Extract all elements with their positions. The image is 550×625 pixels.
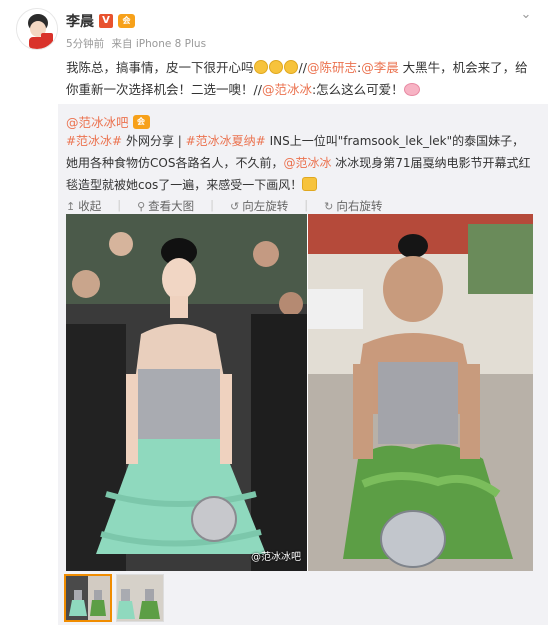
v-badge-icon: V — [99, 14, 113, 28]
repost-box: @范冰冰吧 会 #范冰冰# 外网分享 | #范冰冰夏纳# INS上一位叫"fra… — [58, 104, 548, 625]
thumbnail-selected[interactable] — [64, 574, 112, 622]
thumbnail-strip — [64, 574, 164, 622]
laugh-emoji-icon — [283, 60, 298, 74]
view-large-button[interactable]: ⚲ 查看大图 — [137, 198, 194, 214]
vip-icon: 会 — [118, 14, 135, 28]
mention-link[interactable]: @陈研志 — [307, 60, 357, 75]
post-text-part: 我陈总，搞事情，皮一下很开心吗 — [66, 60, 254, 75]
hashtag-link[interactable]: #范冰冰# — [66, 134, 122, 148]
pig-emoji-icon — [403, 83, 420, 96]
author-name[interactable]: 李晨 — [66, 11, 94, 31]
rotate-left-icon: ↺ — [230, 199, 240, 213]
photo-watermark: @范冰冰吧 — [251, 552, 301, 563]
post-text-part: // — [298, 60, 307, 75]
collapse-label: 收起 — [78, 199, 102, 213]
toolbar-divider: | — [117, 198, 122, 212]
post-meta: 5分钟前 来自 iPhone 8 Plus — [66, 36, 210, 51]
mention-link[interactable]: @范冰冰 — [283, 156, 331, 170]
repost-author[interactable]: @范冰冰吧 — [66, 112, 129, 131]
food-cosplay-photo[interactable] — [308, 214, 533, 571]
collapse-button[interactable]: ↥ 收起 — [66, 198, 101, 214]
repost-text-part: 外网分享 | — [122, 134, 186, 148]
rotate-left-label: 向左旋转 — [242, 199, 289, 213]
zoom-icon: ⚲ — [137, 199, 146, 213]
image-toolbar: ↥ 收起 | ⚲ 查看大图 | ↺ 向左旋转 | ↻ 向右旋转 — [66, 198, 382, 214]
thumbs-emoji-icon — [302, 177, 318, 191]
laugh-emoji-icon — [268, 60, 283, 74]
post-text-part: :怎么这么可爱！ — [311, 82, 404, 97]
rotate-left-button[interactable]: ↺ 向左旋转 — [230, 198, 288, 214]
repost-text: #范冰冰# 外网分享 | #范冰冰夏纳# INS上一位叫"framsook_le… — [66, 130, 536, 196]
chevron-down-icon[interactable]: ⌄ — [517, 8, 535, 22]
view-large-label: 查看大图 — [148, 199, 195, 213]
author-row: 李晨 V 会 — [66, 11, 135, 31]
repost-author-row: @范冰冰吧 会 — [66, 112, 150, 131]
hashtag-link[interactable]: #范冰冰夏纳# — [186, 134, 266, 148]
post-text: 我陈总，搞事情，皮一下很开心吗//@陈研志:@李晨 大黑牛，机会来了，给你重新一… — [66, 57, 536, 101]
thumbnail[interactable] — [116, 574, 164, 622]
rotate-right-button[interactable]: ↻ 向右旋转 — [324, 198, 382, 214]
post-source[interactable]: 来自 iPhone 8 Plus — [112, 38, 207, 50]
photo-pair[interactable]: @范冰冰吧 — [66, 214, 533, 571]
vip-icon: 会 — [132, 114, 150, 129]
red-carpet-photo[interactable]: @范冰冰吧 — [66, 214, 307, 571]
post-time[interactable]: 5分钟前 — [66, 38, 104, 50]
mention-link[interactable]: @李晨 — [361, 60, 399, 75]
weibo-post: 李晨 V 会 5分钟前 来自 iPhone 8 Plus ⌄ 我陈总，搞事情，皮… — [0, 0, 550, 625]
toolbar-divider: | — [210, 198, 215, 212]
mention-link[interactable]: @范冰冰 — [262, 82, 312, 97]
laugh-emoji-icon — [253, 60, 268, 74]
rotate-right-label: 向右旋转 — [336, 199, 383, 213]
author-avatar[interactable] — [16, 8, 58, 50]
collapse-icon: ↥ — [66, 199, 76, 213]
rotate-right-icon: ↻ — [324, 199, 334, 213]
toolbar-divider: | — [304, 198, 309, 212]
